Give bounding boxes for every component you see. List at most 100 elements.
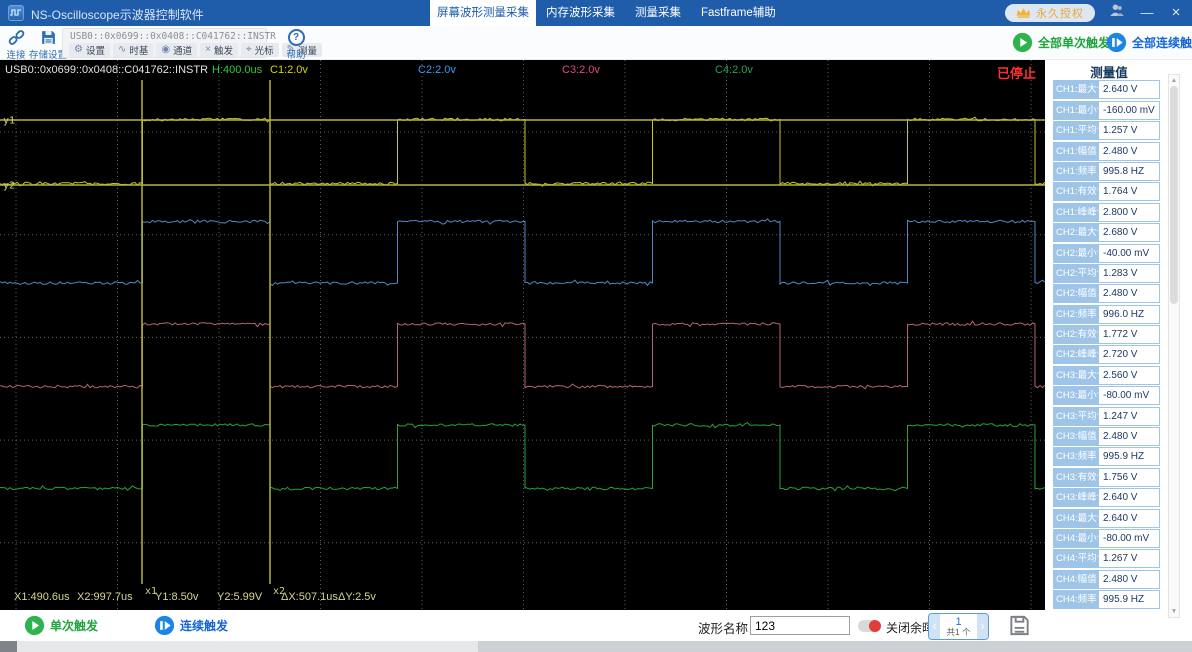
app-window: NS-Oscilloscope示波器控制软件 屏幕波形测量采集 内存波形采集 测量采… bbox=[0, 0, 1192, 652]
persistence-toggle[interactable] bbox=[858, 620, 881, 632]
toolbar-button-gear[interactable]: ⚙ 设置 bbox=[69, 43, 110, 57]
measurement-value: -160.00 mV bbox=[1098, 100, 1160, 120]
measurement-value: 2.560 V bbox=[1098, 365, 1160, 385]
persistence-label: 关闭余晖 bbox=[886, 621, 935, 635]
measurement-value: 1.283 V bbox=[1098, 263, 1160, 283]
measurement-value: 2.480 V bbox=[1098, 569, 1160, 589]
measurement-row: CH3:最大值2.560 V bbox=[1053, 365, 1160, 385]
cursor-readout-3: Y1:8.50v bbox=[155, 591, 199, 603]
measurement-label: CH3:平均值 bbox=[1053, 406, 1098, 426]
toolbar-button-label: 触发 bbox=[213, 46, 233, 57]
toolbar-buttons: ⚙ 设置 ∿ 时基 ◉ 通道 × 触发 ⌖ 光标 ✎ 测量 bbox=[63, 42, 323, 57]
toolbar-button-timebase[interactable]: ∿ 时基 bbox=[112, 43, 154, 57]
scroll-down-icon[interactable]: ▼ bbox=[1169, 608, 1179, 615]
cursor-readout-4: Y2:5.99V bbox=[217, 591, 263, 603]
measurement-label: CH2:平均值 bbox=[1053, 263, 1098, 283]
waveform-name-label: 波形名称 bbox=[698, 622, 749, 636]
measurement-row: CH4:频率 995.9 HZ bbox=[1053, 590, 1160, 610]
measurement-label: CH3:最大值 bbox=[1053, 365, 1098, 385]
floppy-icon bbox=[40, 29, 57, 46]
single-trigger-button[interactable]: 单次触发 bbox=[24, 615, 98, 636]
measurement-row: CH4:幅值 2.480 V bbox=[1053, 569, 1160, 589]
measurement-value: 2.680 V bbox=[1098, 223, 1160, 243]
measurement-panel: 测量值 CH1:最大值2.640 VCH1:最小值-160.00 mVCH1:平… bbox=[1045, 60, 1192, 641]
measurement-row: CH1:最小值-160.00 mV bbox=[1053, 100, 1160, 120]
user-icon[interactable] bbox=[1108, 0, 1126, 26]
measurement-row: CH3:峰峰值2.640 V bbox=[1053, 488, 1160, 508]
scrollbar[interactable]: ▲ ▼ bbox=[1168, 74, 1180, 618]
channel-icon: ◉ bbox=[161, 44, 171, 55]
cursor-readout-1: X1:490.6us bbox=[14, 591, 70, 603]
waveform-name-input[interactable] bbox=[750, 616, 850, 635]
save-waveform-button[interactable] bbox=[1008, 614, 1031, 642]
measurement-value: 1.756 V bbox=[1098, 467, 1160, 487]
help-button[interactable]: ? 帮助 bbox=[282, 29, 310, 61]
acquisition-status: 已停止 bbox=[997, 66, 1037, 81]
license-label: 永久授权 bbox=[1036, 8, 1084, 20]
toolbar-button-label: 设置 bbox=[85, 46, 105, 57]
pause-play-icon bbox=[1106, 32, 1127, 53]
measurement-value: -40.00 mV bbox=[1098, 243, 1160, 263]
measurement-label: CH3:幅值 bbox=[1053, 427, 1098, 447]
plot-label-ch2-scale: C2:2.0v bbox=[418, 64, 456, 76]
measurement-label: CH4:频率 bbox=[1053, 590, 1098, 610]
measurement-value: 995.9 HZ bbox=[1098, 590, 1160, 610]
measurement-label: CH1:最小值 bbox=[1053, 100, 1098, 120]
tab-1[interactable]: 屏幕波形测量采集 bbox=[430, 0, 536, 26]
measurement-rows: CH1:最大值2.640 VCH1:最小值-160.00 mVCH1:平均值1.… bbox=[1045, 79, 1160, 610]
measurement-value: 2.720 V bbox=[1098, 345, 1160, 365]
measurement-row: CH2:平均值1.283 V bbox=[1053, 263, 1160, 283]
measurement-row: CH3:幅值 2.480 V bbox=[1053, 427, 1160, 447]
measurement-label: CH1:幅值 bbox=[1053, 141, 1098, 161]
taskbar-segment bbox=[0, 641, 17, 652]
continuous-trigger-button[interactable]: 连续触发 bbox=[154, 615, 228, 636]
pager: ‹ 1 共1 个 › bbox=[928, 613, 989, 640]
measurement-row: CH3:平均值1.247 V bbox=[1053, 406, 1160, 426]
measurement-value: 2.640 V bbox=[1098, 80, 1160, 100]
link-icon bbox=[8, 29, 25, 46]
tab-3[interactable]: 测量采集 bbox=[629, 0, 687, 26]
trigger-icon: × bbox=[205, 44, 211, 55]
waveform-display: y1 y2 x1 x2 USB0::0x0699::0x0408::C041762::… bbox=[0, 60, 1045, 610]
single-trigger-label: 单次触发 bbox=[50, 619, 99, 633]
page-indicator: 1 共1 个 bbox=[940, 614, 977, 639]
license-badge[interactable]: 永久授权 bbox=[1005, 4, 1095, 22]
measurement-label: CH1:峰峰值 bbox=[1053, 202, 1098, 222]
toolbar-button-trigger[interactable]: × 触发 bbox=[200, 43, 238, 57]
taskbar-strip bbox=[0, 641, 1192, 652]
tab-2[interactable]: 内存波形采集 bbox=[540, 0, 621, 26]
measurement-value: -80.00 mV bbox=[1098, 528, 1160, 548]
toolbar-button-label: 时基 bbox=[129, 46, 149, 57]
connect-label: 连接 bbox=[6, 50, 26, 61]
measurement-value: 995.9 HZ bbox=[1098, 447, 1160, 467]
measurement-row: CH2:最小值-40.00 mV bbox=[1053, 243, 1160, 263]
scroll-up-icon[interactable]: ▲ bbox=[1169, 77, 1179, 84]
measurement-row: CH3:频率 995.9 HZ bbox=[1053, 447, 1160, 467]
measurement-label: CH2:频率 bbox=[1053, 304, 1098, 324]
all-single-trigger-button[interactable]: 全部单次触发 bbox=[1012, 32, 1110, 53]
prev-page-button[interactable]: ‹ bbox=[929, 614, 940, 639]
timebase-icon: ∿ bbox=[117, 44, 127, 55]
measurement-row: CH1:峰峰值2.800 V bbox=[1053, 202, 1160, 222]
toolbar-button-cursor[interactable]: ⌖ 光标 bbox=[241, 43, 279, 57]
measurement-value: 2.480 V bbox=[1098, 284, 1160, 304]
measurement-row: CH4:最小值-80.00 mV bbox=[1053, 528, 1160, 548]
minimize-button[interactable]: — bbox=[1139, 0, 1155, 26]
measurement-value: 996.0 HZ bbox=[1098, 304, 1160, 324]
measurement-value: 1.247 V bbox=[1098, 406, 1160, 426]
measurement-value: 1.257 V bbox=[1098, 121, 1160, 141]
connect-button[interactable]: 连接 bbox=[2, 29, 30, 61]
measurement-value: -80.00 mV bbox=[1098, 386, 1160, 406]
next-page-button[interactable]: › bbox=[977, 614, 988, 639]
scrollbar-thumb[interactable] bbox=[1170, 86, 1178, 304]
measurement-label: CH1:频率 bbox=[1053, 161, 1098, 181]
app-logo-icon bbox=[8, 5, 24, 21]
all-continuous-trigger-button[interactable]: 全部连续触发 bbox=[1106, 32, 1192, 53]
measurement-value: 2.640 V bbox=[1098, 488, 1160, 508]
plot-label-device-id: USB0::0x0699::0x0408::C041762::INSTR bbox=[5, 64, 209, 76]
measurement-row: CH1:最大值2.640 V bbox=[1053, 80, 1160, 100]
toolbar-button-channel[interactable]: ◉ 通道 bbox=[156, 43, 198, 57]
measurement-row: CH2:幅值 2.480 V bbox=[1053, 284, 1160, 304]
tab-4[interactable]: Fastframe辅助 bbox=[695, 0, 782, 26]
close-button[interactable]: × bbox=[1168, 0, 1184, 26]
